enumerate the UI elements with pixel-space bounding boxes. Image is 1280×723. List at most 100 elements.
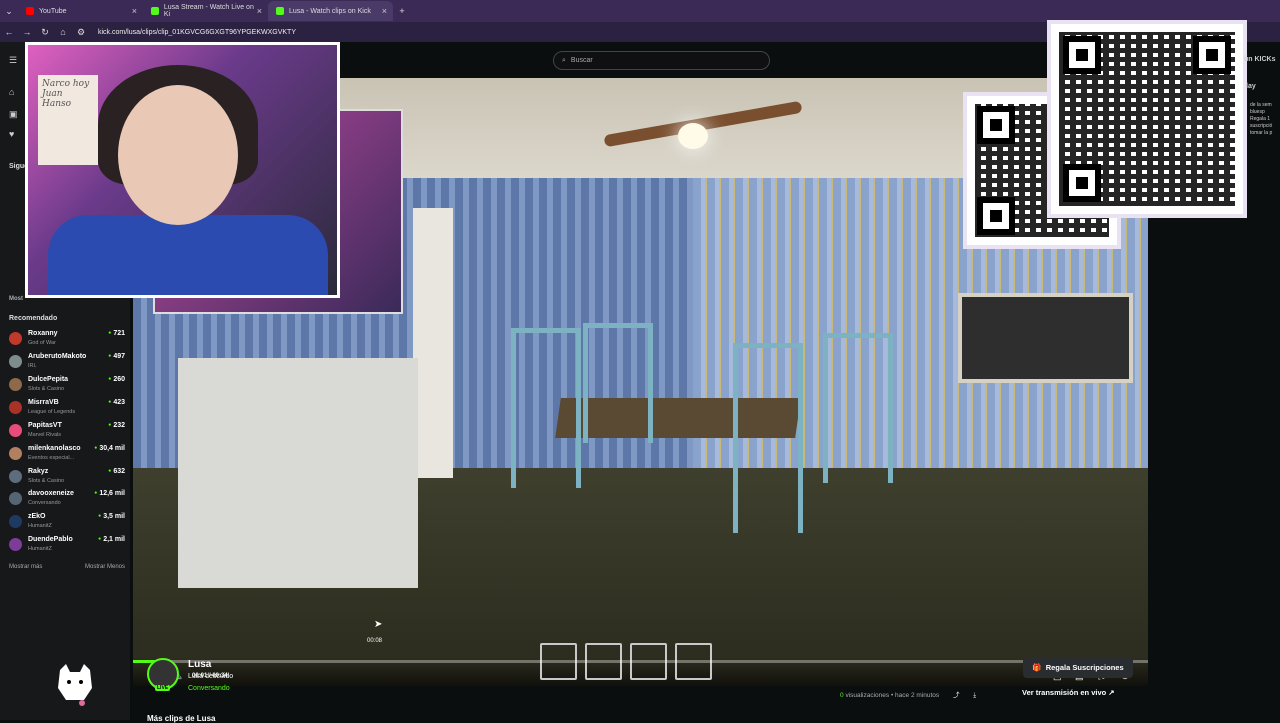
handwritten-note: Narco hoy Juan Hanso	[38, 75, 98, 165]
channel-name: zEkO	[28, 513, 46, 520]
url-field[interactable]: kick.com/lusa/clips/clip_01KGVCG6GXGT96Y…	[98, 29, 296, 36]
tab-youtube[interactable]: YouTube ×	[18, 1, 143, 21]
qr-finder	[977, 197, 1015, 235]
channel-category[interactable]: Conversando	[188, 685, 230, 692]
scene-cabinet	[178, 358, 418, 588]
close-tab-icon[interactable]: ×	[382, 6, 387, 16]
search-input[interactable]: ⌕ Buscar	[553, 51, 770, 70]
kick-favicon-icon	[276, 7, 284, 15]
qr-code-large	[1047, 20, 1247, 218]
kick-app: ☰ ⌂ ▣ ♥ Sigue Most Recomendado Roxanny G…	[0, 20, 1280, 723]
qr-finder	[977, 106, 1015, 144]
avatar	[9, 378, 22, 391]
back-icon[interactable]: ←	[0, 27, 18, 37]
menu-icon[interactable]: ☰	[9, 55, 17, 66]
home-icon[interactable]: ⌂	[54, 27, 72, 37]
gift-subscriptions-button[interactable]: 🎁 Regala Suscripciones	[1023, 657, 1133, 678]
show-less-link[interactable]: Mostrar Menos	[85, 564, 125, 570]
channel-name[interactable]: Lusa	[188, 659, 211, 670]
viewer-count: 232	[108, 422, 125, 429]
more-clips-heading: Más clips de Lusa	[147, 714, 216, 723]
mouse-cursor-icon: ➤	[374, 619, 383, 630]
download-icon[interactable]: ⤓	[973, 692, 976, 699]
share-icon[interactable]: ⤴	[953, 692, 960, 699]
viewer-count: 2,1 mil	[98, 536, 125, 543]
sidebar-item-zeko[interactable]: zEkO HumanitZ 3,5 mil	[9, 512, 125, 534]
webcam-overlay: Narco hoy Juan Hanso	[25, 42, 340, 298]
viewer-count: 12,6 mil	[94, 490, 125, 497]
reload-icon[interactable]: ↻	[36, 27, 54, 38]
channel-name: DuendePablo	[28, 536, 73, 543]
channel-category: God of War	[28, 340, 56, 346]
channel-name: DulcePepita	[28, 376, 69, 383]
avatar	[9, 538, 22, 551]
viewer-count: 423	[108, 399, 125, 406]
sidebar-item-davooxeneize[interactable]: davooxeneize Conversando 12,6 mil	[9, 489, 125, 511]
new-tab-icon[interactable]: +	[393, 6, 411, 16]
browse-icon[interactable]: ▣	[9, 109, 18, 120]
tab-lusa-clips[interactable]: Lusa - Watch clips on Kick ×	[268, 1, 393, 21]
channel-name: MisrraVB	[28, 399, 59, 406]
channel-name: milenkanolasco	[28, 445, 81, 452]
sidebar-item-aruberutomakoto[interactable]: AruberutoMakoto IRL 497	[9, 352, 125, 374]
viewer-count: 721	[108, 330, 125, 337]
viewer-count: 632	[108, 468, 125, 475]
home-icon[interactable]: ⌂	[9, 87, 14, 97]
clip-title: Lusa descuido	[188, 673, 234, 680]
channel-category: Slots & Casino	[28, 478, 65, 484]
viewer-count: 3,5 mil	[98, 513, 125, 520]
show-more-link[interactable]: Mostrar más	[9, 564, 42, 570]
live-badge: LIVE	[155, 685, 171, 691]
following-icon[interactable]: ♥	[9, 129, 14, 139]
kick-mascot-logo	[58, 664, 92, 706]
sidebar-item-milenkanolasco[interactable]: milenkanolasco Eventos especial... 30,4 …	[9, 444, 125, 466]
channel-name: Rakyz	[28, 468, 49, 475]
promo-text: de la sem bluesp Regala 1 suscripció tom…	[1250, 102, 1273, 136]
viewer-count: 260	[108, 376, 125, 383]
seek-bar[interactable]	[133, 660, 1148, 663]
channel-name: davooxeneize	[28, 490, 74, 497]
scene-door	[413, 208, 453, 478]
avatar	[9, 355, 22, 368]
channel-category: Marvel Rivals	[28, 432, 62, 438]
sidebar-item-rakyz[interactable]: Rakyz Slots & Casino 632	[9, 467, 125, 489]
close-tab-icon[interactable]: ×	[257, 6, 262, 16]
close-tab-icon[interactable]: ×	[132, 6, 137, 16]
show-more-following[interactable]: Most	[9, 296, 23, 302]
sidebar-show-links: Mostrar más Mostrar Menos	[9, 564, 125, 570]
tab-list-chevron-icon[interactable]: ⌄	[0, 6, 18, 17]
avatar	[9, 470, 22, 483]
channel-name: PapitasVT	[28, 422, 62, 429]
watch-live-label: Ver transmisión en vivo	[1022, 688, 1107, 697]
avatar	[9, 515, 22, 528]
scene-chair	[583, 323, 653, 443]
scene-chair	[511, 328, 581, 488]
sidebar-item-papitasvt[interactable]: PapitasVT Marvel Rivals 232	[9, 421, 125, 443]
qr-finder	[1063, 36, 1101, 74]
sidebar-item-duendepablo[interactable]: DuendePablo HumanitZ 2,1 mil	[9, 535, 125, 557]
youtube-favicon-icon	[26, 7, 34, 15]
sidebar-item-misrravb[interactable]: MisrraVB League of Legends 423	[9, 398, 125, 420]
avatar	[9, 492, 22, 505]
kicks-label[interactable]: ún KICKs	[1244, 56, 1276, 63]
watch-live-link[interactable]: Ver transmisión en vivo ↗	[1022, 688, 1115, 697]
search-icon: ⌕	[562, 56, 566, 64]
sidebar-item-dulcepepita[interactable]: DulcePepita Slots & Casino 260	[9, 375, 125, 397]
site-info-icon[interactable]: ⚙	[72, 27, 90, 38]
search-placeholder: Buscar	[570, 57, 593, 64]
external-link-icon: ↗	[1108, 688, 1115, 697]
viewer-count: 30,4 mil	[94, 445, 125, 452]
tab-lusa-stream[interactable]: Lusa Stream - Watch Live on Ki ×	[143, 1, 268, 21]
scene-chair	[733, 343, 803, 533]
channel-category: League of Legends	[28, 409, 76, 415]
tab-label: Lusa Stream - Watch Live on Ki	[163, 4, 254, 18]
ceiling-lamp	[678, 123, 708, 149]
forward-icon[interactable]: →	[18, 27, 36, 37]
browser-tab-bar: ⌄ YouTube × Lusa Stream - Watch Live on …	[0, 0, 1280, 22]
qr-finder	[1193, 36, 1231, 74]
viewer-count: 497	[108, 353, 125, 360]
channel-name: AruberutoMakoto	[28, 353, 87, 360]
channel-category: IRL	[28, 363, 37, 369]
clip-stats: 0 visualizaciones • hace 2 minutos ⤴ ⤓	[840, 689, 976, 700]
sidebar-item-roxanny[interactable]: Roxanny God of War 721	[9, 329, 125, 351]
